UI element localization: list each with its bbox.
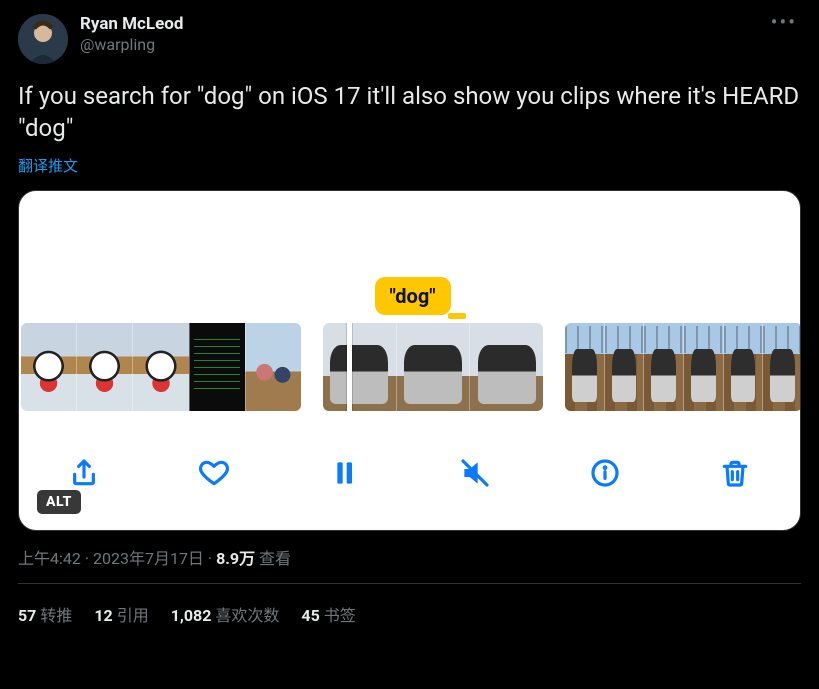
quotes-count: 12	[94, 606, 112, 625]
views-count[interactable]: 8.9万	[216, 549, 255, 568]
thumbnail	[189, 323, 245, 411]
clip-group-2[interactable]	[323, 323, 543, 411]
thumbnail	[604, 323, 644, 411]
likes-count: 1,082	[171, 606, 212, 625]
clip-group-3[interactable]	[565, 323, 801, 411]
stat-quotes[interactable]: 12 引用	[94, 602, 148, 626]
author-names: Ryan McLeod @warpling	[80, 14, 183, 54]
meta-sep: ·	[81, 549, 93, 568]
timeline-strip[interactable]	[19, 323, 800, 411]
tweet-header: Ryan McLeod @warpling •••	[18, 14, 801, 64]
avatar-image	[18, 14, 68, 64]
delete-button[interactable]	[718, 456, 752, 490]
meta-sep: ·	[204, 549, 216, 568]
thumbnail	[132, 323, 188, 411]
bookmarks-label: 书签	[324, 606, 356, 625]
share-icon	[68, 457, 100, 489]
media-card[interactable]: "dog"	[18, 190, 801, 531]
caption-bubble: "dog"	[374, 277, 450, 315]
thumbnail	[21, 323, 76, 411]
tweet-text: If you search for "dog" on iOS 17 it'll …	[18, 80, 801, 145]
retweets-label: 转推	[40, 606, 72, 625]
thumbnail	[643, 323, 683, 411]
pause-icon	[328, 457, 360, 489]
thumbnail	[245, 323, 301, 411]
more-button[interactable]: •••	[771, 10, 797, 34]
thumbnail	[565, 323, 604, 411]
meta-date[interactable]: 2023年7月17日	[93, 549, 204, 568]
mute-icon	[459, 457, 491, 489]
alt-badge[interactable]: ALT	[37, 490, 81, 514]
stat-bookmarks[interactable]: 45 书签	[301, 602, 355, 626]
bookmarks-count: 45	[301, 606, 319, 625]
retweets-count: 57	[18, 606, 36, 625]
thumbnail	[762, 323, 801, 411]
clip-group-1[interactable]	[21, 323, 301, 411]
tweet-container: Ryan McLeod @warpling ••• If you search …	[0, 0, 819, 644]
thumbnail	[396, 323, 470, 411]
translate-link[interactable]: 翻译推文	[18, 155, 801, 176]
stat-retweets[interactable]: 57转推	[18, 602, 72, 626]
like-button[interactable]	[197, 456, 231, 490]
share-button[interactable]	[67, 456, 101, 490]
info-icon	[589, 457, 621, 489]
quotes-label: 引用	[117, 606, 149, 625]
thumbnail	[683, 323, 723, 411]
trash-icon	[719, 457, 751, 489]
views-label: 查看	[255, 549, 291, 568]
avatar[interactable]	[18, 14, 68, 64]
display-name[interactable]: Ryan McLeod	[80, 14, 183, 34]
playhead[interactable]	[347, 323, 352, 411]
meta-time[interactable]: 上午4:42	[18, 549, 81, 568]
pause-button[interactable]	[327, 456, 361, 490]
mute-button[interactable]	[458, 456, 492, 490]
playhead-marker	[448, 313, 466, 319]
tweet-stats: 57转推 12 引用 1,082喜欢次数 45 书签	[18, 584, 801, 644]
heart-icon	[198, 457, 230, 489]
thumbnail	[76, 323, 132, 411]
stat-likes[interactable]: 1,082喜欢次数	[171, 602, 280, 626]
likes-label: 喜欢次数	[215, 606, 279, 625]
thumbnail	[723, 323, 763, 411]
thumbnail	[323, 323, 396, 411]
tweet-meta: 上午4:42 · 2023年7月17日 · 8.9万 查看	[18, 545, 801, 569]
media-toolbar	[19, 450, 800, 496]
info-button[interactable]	[588, 456, 622, 490]
thumbnail	[469, 323, 543, 411]
handle[interactable]: @warpling	[80, 35, 183, 54]
more-icon: •••	[771, 10, 797, 34]
